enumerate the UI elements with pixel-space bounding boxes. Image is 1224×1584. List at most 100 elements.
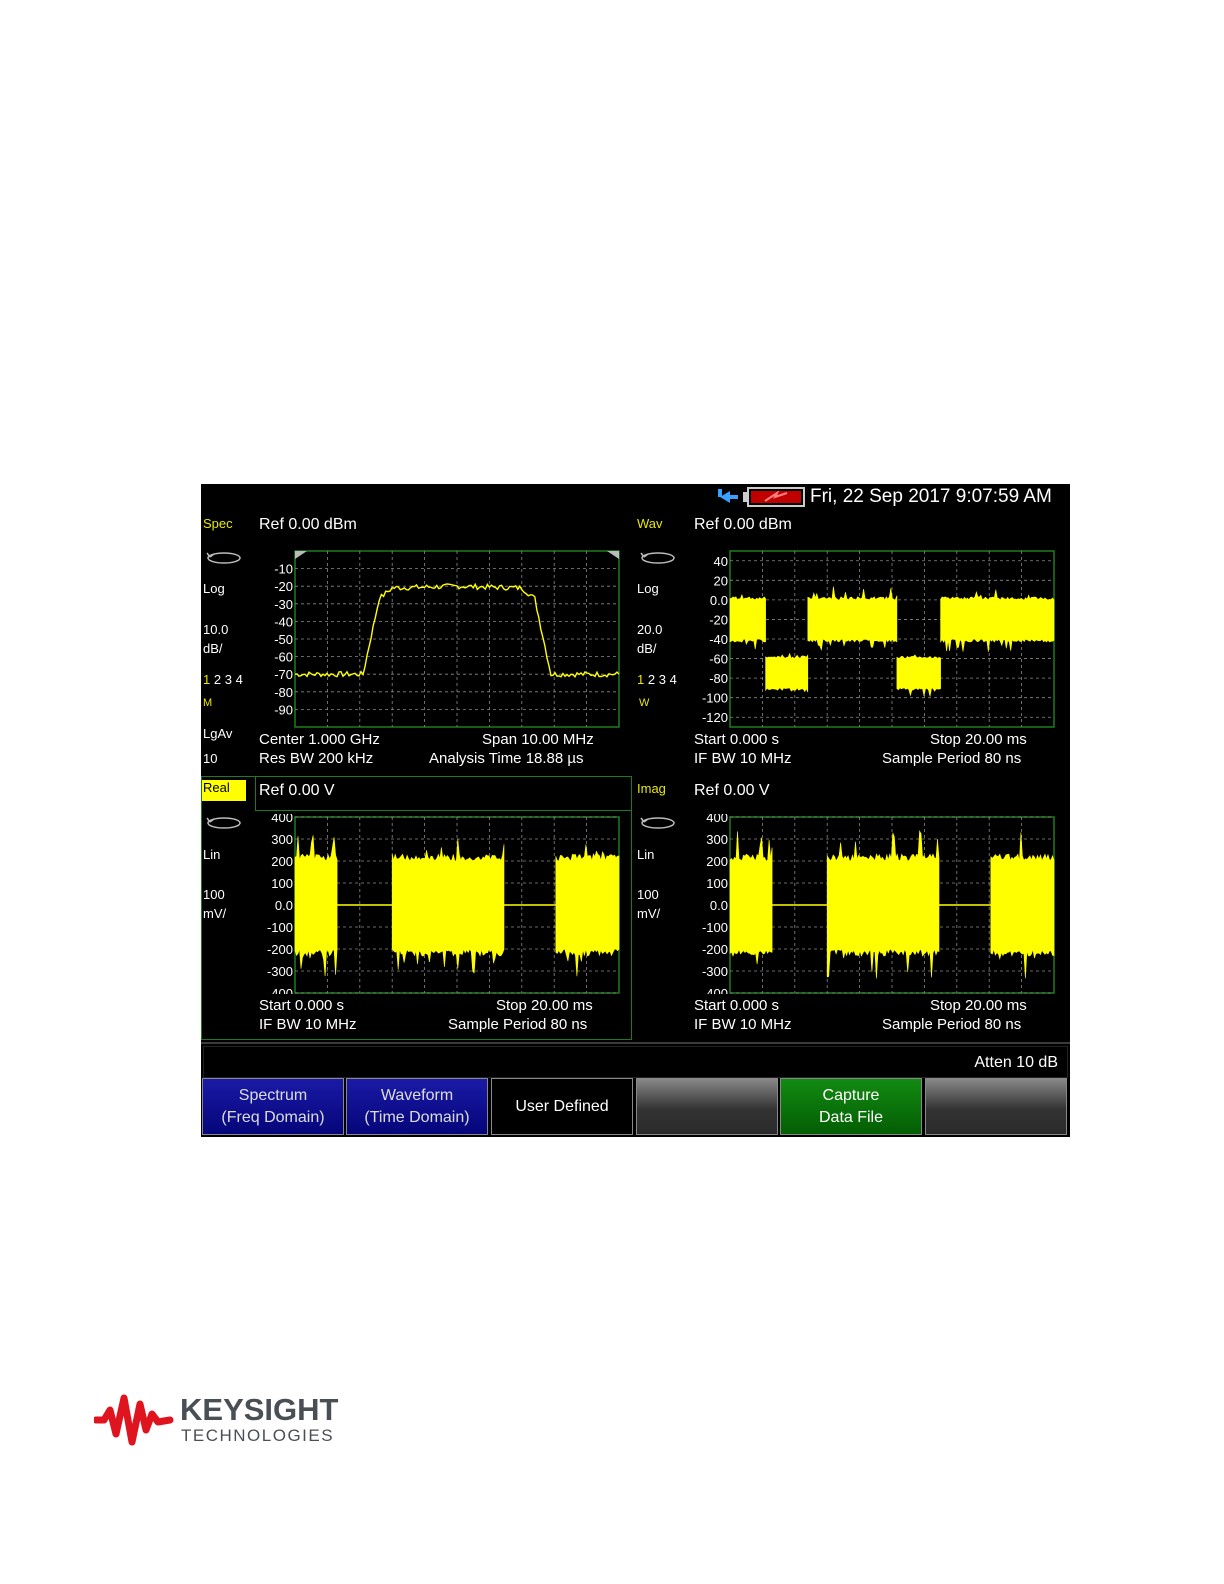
burst-segment: [729, 831, 773, 965]
y-tick-label: 0.0: [710, 593, 728, 608]
y-tick-label: -400: [267, 986, 293, 994]
y-tick-label: 400: [706, 814, 728, 825]
keysight-wave-icon: [94, 1394, 174, 1446]
y-tick-label: -10: [274, 562, 293, 577]
footer-right-1: Stop 20.00 ms: [930, 731, 1027, 748]
footer-left-1: Center 1.000 GHz: [259, 731, 380, 748]
y-tick-label: -60: [709, 652, 728, 667]
softkey-blank-6[interactable]: [925, 1078, 1067, 1135]
avg-count: 10: [203, 751, 218, 766]
y-tick-label: 100: [271, 876, 293, 891]
footer-left-2: IF BW 10 MHz: [694, 750, 792, 767]
footer-left-2: Res BW 200 kHz: [259, 750, 374, 767]
y-tick-label: -80: [709, 671, 728, 686]
y-tick-label: -300: [267, 964, 293, 979]
logo-wordmark: KEYSIGHT: [180, 1392, 339, 1427]
footer-right-2: Sample Period 80 ns: [448, 1016, 588, 1033]
burst-segment: [990, 832, 1055, 979]
scale-unit: mV/: [203, 906, 227, 921]
rotate-icon[interactable]: [205, 815, 243, 831]
footer-left-2: IF BW 10 MHz: [259, 1016, 357, 1033]
scale-type: Log: [203, 581, 225, 596]
y-tick-label: 200: [271, 854, 293, 869]
y-tick-label: -60: [274, 650, 293, 665]
burst-segment: [294, 835, 338, 977]
y-tick-label: 40: [714, 554, 728, 569]
y-tick-label: -80: [274, 685, 293, 700]
logo-subtitle: TECHNOLOGIES: [181, 1426, 335, 1445]
atten-readout: Atten 10 dB: [974, 1054, 1058, 1071]
softkey-capture-data-file[interactable]: Capture Data File: [780, 1078, 922, 1135]
y-tick-label: 20: [714, 573, 728, 588]
softkey-row: Spectrum (Freq Domain) Waveform (Time Doma…: [201, 1078, 1070, 1137]
burst-segment: [940, 589, 1055, 652]
softkey-blank-4[interactable]: [636, 1078, 778, 1135]
y-tick-label: 300: [271, 832, 293, 847]
y-tick-label: -120: [702, 710, 728, 725]
scale-type: Log: [637, 581, 659, 596]
y-tick-label: 0.0: [710, 898, 728, 913]
trace-mode: M: [203, 697, 213, 709]
detector: LgAv: [203, 726, 233, 741]
y-tick-label: -20: [709, 612, 728, 627]
corner-marker: [607, 551, 619, 559]
burst-segment: [391, 838, 505, 974]
rotate-icon[interactable]: [639, 815, 677, 831]
pane-mode-label: Wav: [637, 516, 663, 531]
rotate-icon[interactable]: [205, 550, 243, 566]
footer-left-2: IF BW 10 MHz: [694, 1016, 792, 1033]
burst-segment: [765, 652, 809, 693]
softkey-waveform[interactable]: Waveform (Time Domain): [346, 1078, 488, 1135]
y-tick-label: -40: [709, 632, 728, 647]
plot-spectrum[interactable]: -10 -20 -30 -40 -50 -60 -70 -80 -90: [259, 548, 624, 728]
footer-left-1: Start 0.000 s: [694, 731, 780, 748]
scale-unit: mV/: [637, 906, 661, 921]
y-tick-label: 400: [271, 814, 293, 825]
burst-segment: [826, 830, 940, 979]
footer-left-1: Start 0.000 s: [259, 997, 345, 1014]
keysight-logo: KEYSIGHT TECHNOLOGIES: [94, 1390, 354, 1450]
softkey-user-defined[interactable]: User Defined: [491, 1078, 633, 1135]
footer-right-1: Stop 20.00 ms: [496, 997, 593, 1014]
y-tick-label: -100: [267, 920, 293, 935]
softkey-spectrum[interactable]: Spectrum (Freq Domain): [202, 1078, 344, 1135]
y-tick-label: 100: [706, 876, 728, 891]
scale-unit: dB/: [203, 641, 223, 656]
pane-mode-label: Imag: [637, 781, 666, 796]
corner-marker: [295, 551, 307, 559]
rotate-icon[interactable]: [639, 550, 677, 566]
y-tick-label: 300: [706, 832, 728, 847]
scale-value: 100: [637, 887, 659, 902]
ref-level: Ref 0.00 V: [694, 782, 770, 799]
burst-segment: [807, 586, 898, 651]
plot-real[interactable]: 400 300 200 100 0.0 -100 -200 -300 -400: [259, 814, 624, 994]
trace-list: 1 2 3 4: [203, 672, 243, 687]
y-tick-label: -90: [274, 702, 293, 717]
plot-imag[interactable]: 400 300 200 100 0.0 -100 -200 -300 -400: [694, 814, 1059, 994]
status-frame: [203, 1046, 1068, 1078]
status-bar: Fri, 22 Sep 2017 9:07:59 AM: [201, 484, 1070, 512]
footer-right-2: Sample Period 80 ns: [882, 750, 1022, 767]
footer-right-2: Analysis Time 18.88 µs: [429, 750, 584, 767]
y-tick-label: -400: [702, 986, 728, 994]
plot-waveform[interactable]: 40 20 0.0 -20 -40 -60 -80 -100 -120: [694, 548, 1059, 728]
scale-value: 10.0: [203, 622, 229, 637]
pane-mode-label: Spec: [203, 516, 233, 531]
footer-right-1: Stop 20.00 ms: [930, 997, 1027, 1014]
trace-list: 1 2 3 4: [637, 672, 677, 687]
pane-mode-label: Real: [202, 780, 246, 801]
scale-unit: dB/: [637, 641, 657, 656]
burst-segment: [729, 593, 766, 650]
y-tick-label: -20: [274, 579, 293, 594]
footer-left-1: Start 0.000 s: [694, 997, 780, 1014]
y-tick-label: -100: [702, 691, 728, 706]
scale-value: 20.0: [637, 622, 663, 637]
y-tick-label: 0.0: [275, 898, 293, 913]
trace-mode: W: [639, 697, 650, 709]
y-tick-label: -70: [274, 667, 293, 682]
y-tick-label: -200: [702, 942, 728, 957]
datetime: Fri, 22 Sep 2017 9:07:59 AM: [810, 486, 1052, 507]
y-tick-label: -50: [274, 632, 293, 647]
y-tick-label: 200: [706, 854, 728, 869]
footer-right-2: Sample Period 80 ns: [882, 1016, 1022, 1033]
